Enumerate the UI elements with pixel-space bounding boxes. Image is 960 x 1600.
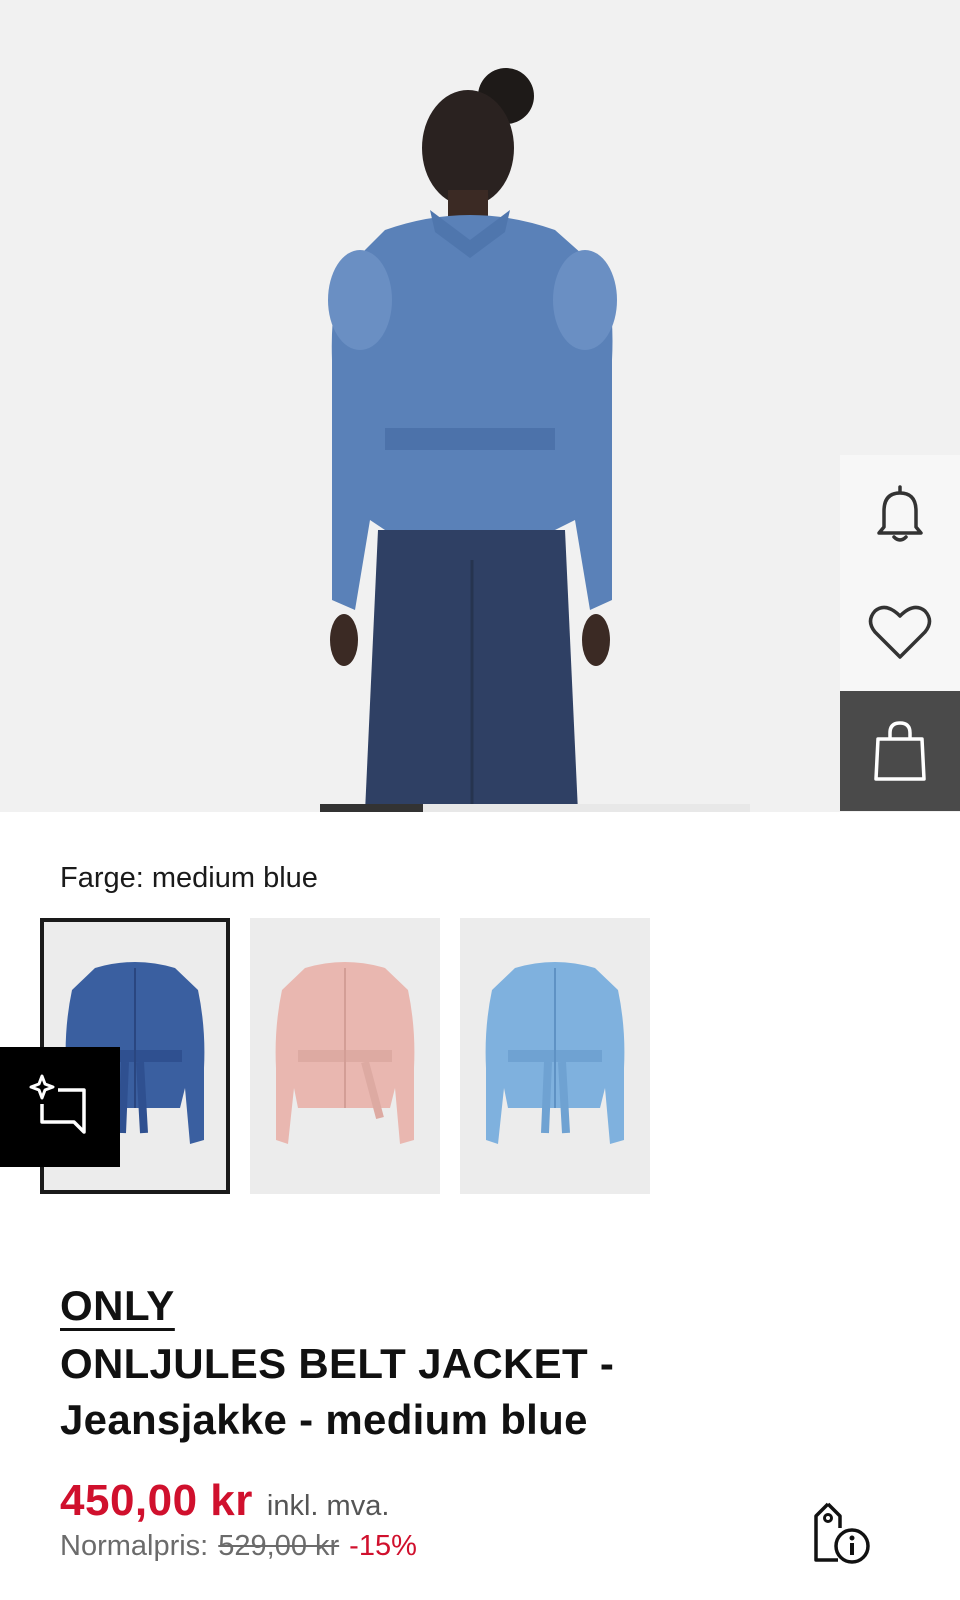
jacket-thumbnail-light-blue — [485, 962, 625, 1144]
carousel-progress — [320, 804, 750, 812]
color-label: Farge: medium blue — [60, 862, 318, 894]
feedback-button[interactable] — [0, 1047, 120, 1167]
product-title-line1: ONLJULES BELT JACKET - — [60, 1340, 615, 1387]
product-title: ONLJULES BELT JACKET - Jeansjakke - medi… — [60, 1336, 760, 1448]
add-to-bag-button[interactable] — [840, 691, 960, 811]
price-tag-info-icon — [814, 1502, 870, 1564]
wishlist-button[interactable] — [840, 573, 960, 691]
shopping-bag-icon — [874, 721, 926, 781]
action-rail — [840, 455, 960, 811]
product-hero-image[interactable] — [0, 0, 960, 812]
price-info-button[interactable] — [806, 1500, 874, 1568]
brand-link[interactable]: ONLY — [60, 1282, 175, 1330]
model-photo — [328, 68, 617, 812]
bell-icon — [877, 485, 923, 542]
swatch-pink[interactable] — [250, 918, 440, 1194]
discount-badge: -15% — [349, 1530, 417, 1562]
notify-button[interactable] — [840, 455, 960, 573]
price-row: 450,00 kr inkl. mva. — [60, 1476, 389, 1526]
heart-icon — [868, 605, 932, 659]
normal-price-label: Normalpris: — [60, 1530, 209, 1562]
sale-price: 450,00 kr — [60, 1476, 253, 1525]
color-swatches — [40, 918, 650, 1194]
normal-price: 529,00 kr — [218, 1530, 340, 1562]
vat-label: inkl. mva. — [266, 1490, 390, 1522]
product-title-line2: Jeansjakke - medium blue — [60, 1396, 588, 1443]
jacket-thumbnail-pink — [275, 962, 415, 1144]
swatch-light-blue[interactable] — [460, 918, 650, 1194]
sparkle-feedback-icon — [29, 1074, 86, 1134]
carousel-progress-fill — [320, 804, 424, 812]
normal-price-row: Normalpris: 529,00 kr -15% — [60, 1530, 417, 1563]
